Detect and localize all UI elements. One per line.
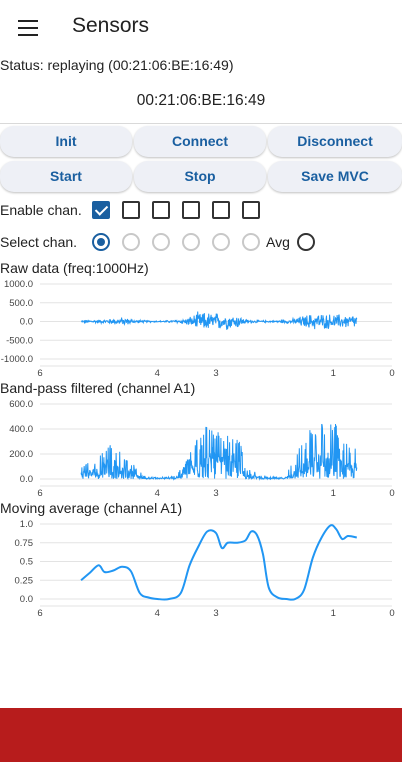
x-tick-label: 1 [331,608,336,619]
x-tick-label: 6 [37,368,42,379]
y-tick-label: 1.0 [20,519,33,530]
x-tick-label: 0 [389,488,394,499]
status-text: Status: replaying (00:21:06:BE:16:49) [0,57,234,73]
moving-average-chart: 1.0 0.75 0.5 0.25 0.0 6 4 3 1 0 [15,519,395,619]
x-tick-label: 4 [155,368,160,379]
raw-data-series-line [80,311,358,330]
y-tick-label: 0.0 [20,317,33,328]
start-button[interactable]: Start [0,161,132,192]
band-pass-chart: 600.0 400.0 200.0 0.0 6 4 3 1 0 [9,399,394,499]
x-tick-label: 1 [331,488,336,499]
x-tick-label: 0 [389,608,394,619]
y-tick-label: 200.0 [9,449,33,460]
y-tick-label: 0.5 [20,557,33,568]
y-tick-label: -1000.0 [1,354,33,365]
page-title: Sensors [72,14,150,37]
y-tick-label: 0.0 [20,474,33,485]
enable-channel-3-checkbox[interactable] [152,201,170,219]
x-tick-label: 6 [37,608,42,619]
x-tick-label: 0 [389,368,394,379]
x-tick-label: 4 [155,488,160,499]
select-channel-1-radio[interactable] [92,233,110,251]
x-tick-label: 6 [37,488,42,499]
hamburger-menu-icon[interactable] [18,18,38,38]
divider [0,123,402,124]
app-bar: Sensors [0,0,402,56]
enable-channel-5-checkbox[interactable] [212,201,230,219]
select-channel-2-radio[interactable] [122,233,140,251]
select-channel-4-radio[interactable] [182,233,200,251]
select-avg-radio[interactable] [297,233,315,251]
y-tick-label: 600.0 [9,399,33,410]
y-tick-label: 0.75 [15,538,34,549]
device-address: 00:21:06:BE:16:49 [136,92,266,109]
stop-button[interactable]: Stop [134,161,266,192]
save-mvc-button[interactable]: Save MVC [268,161,402,192]
select-channel-6-radio[interactable] [242,233,260,251]
band-pass-chart-title: Band-pass filtered (channel A1) [0,380,196,396]
y-tick-label: 1000.0 [4,279,33,290]
raw-data-chart: 1000.0 500.0 0.0 -500.0 -1000.0 6 4 3 1 0 [1,279,395,379]
y-tick-label: 0.0 [20,594,33,605]
enable-channel-1-checkbox[interactable] [92,201,110,219]
x-tick-label: 3 [213,488,218,499]
enable-channel-4-checkbox[interactable] [182,201,200,219]
avg-label: Avg [266,234,290,250]
moving-average-series-line [80,524,358,601]
x-tick-label: 3 [213,368,218,379]
y-tick-label: 400.0 [9,424,33,435]
y-tick-label: 500.0 [9,298,33,309]
select-channel-3-radio[interactable] [152,233,170,251]
x-tick-label: 3 [213,608,218,619]
connect-button[interactable]: Connect [134,126,266,157]
enable-channel-6-checkbox[interactable] [242,201,260,219]
select-channel-5-radio[interactable] [212,233,230,251]
x-tick-label: 1 [331,368,336,379]
disconnect-button[interactable]: Disconnect [268,126,402,157]
enable-channel-2-checkbox[interactable] [122,201,140,219]
enable-channels-label: Enable chan. [0,202,82,218]
band-pass-series-line [80,423,358,481]
x-tick-label: 4 [155,608,160,619]
y-tick-label: 0.25 [15,575,34,586]
raw-data-chart-title: Raw data (freq:1000Hz) [0,260,149,276]
init-button[interactable]: Init [0,126,132,157]
moving-average-chart-title: Moving average (channel A1) [0,500,183,516]
bottom-bar [0,708,402,762]
y-tick-label: -500.0 [6,335,33,346]
select-channel-label: Select chan. [0,234,78,250]
